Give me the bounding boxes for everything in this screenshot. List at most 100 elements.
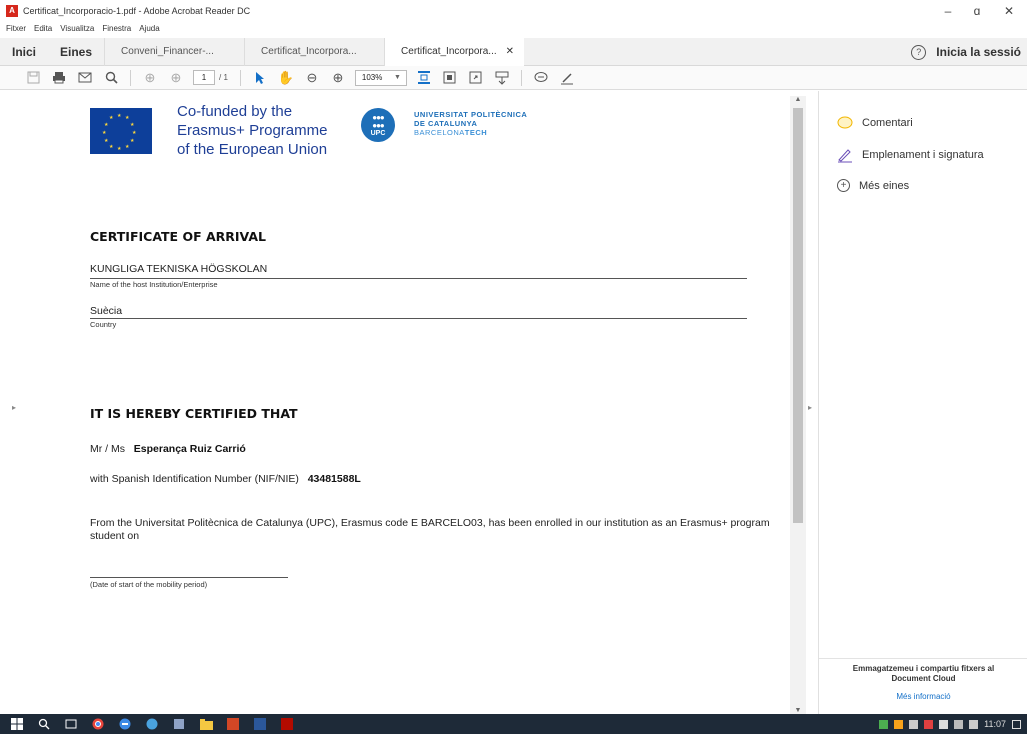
doc-tab-conveni[interactable]: Conveni_Financer-... — [104, 37, 244, 66]
acrobat-app-icon: A — [6, 5, 18, 17]
plus-circle-icon: + — [837, 179, 850, 192]
country-value: Suècia — [90, 305, 123, 317]
menu-edit[interactable]: Edita — [34, 24, 52, 33]
right-pane-collapse-icon[interactable]: ▸ — [808, 403, 812, 412]
folder-icon[interactable] — [196, 716, 216, 732]
upc-name-line: UNIVERSITAT POLITÈCNICA — [414, 110, 528, 119]
zoom-level-select[interactable]: 103% ▼ — [354, 69, 407, 86]
browser-icon[interactable] — [142, 716, 162, 732]
select-cursor-icon[interactable] — [247, 68, 273, 88]
enrollment-paragraph: From the Universitat Politècnica de Cata… — [90, 517, 770, 542]
doc-tab-label: Certificat_Incorpora... — [401, 45, 497, 57]
pdf-document-viewport[interactable] — [0, 91, 790, 711]
window-title: Certificat_Incorporacio-1.pdf - Adobe Ac… — [23, 6, 251, 16]
tool-more[interactable]: + Més eines — [837, 179, 909, 192]
id-line: with Spanish Identification Number (NIF/… — [90, 473, 361, 485]
doc-tab-certificat-active[interactable]: Certificat_Incorpora... ✕ — [384, 37, 525, 66]
email-icon[interactable] — [72, 68, 98, 88]
scrollbar-thumb[interactable] — [793, 108, 803, 523]
doc-tab-certificat-1[interactable]: Certificat_Incorpora... — [244, 37, 384, 66]
toolbar-divider — [520, 69, 522, 86]
fit-page-icon[interactable] — [411, 68, 437, 88]
signin-link[interactable]: Inicia la sessió — [936, 45, 1021, 59]
page-number-input[interactable]: 1 — [193, 70, 215, 85]
minimize-button[interactable]: – — [933, 2, 963, 20]
acrobat-taskbar-icon[interactable] — [277, 716, 297, 732]
hand-tool-icon[interactable]: ✋ — [273, 68, 299, 88]
close-window-button[interactable]: ✕ — [994, 2, 1024, 20]
close-tab-icon[interactable]: ✕ — [506, 38, 514, 66]
person-prefix: Mr / Ms — [90, 443, 125, 455]
erasmus-line: Erasmus+ Programme — [177, 122, 328, 139]
network-icon[interactable] — [954, 719, 964, 729]
upc-logo: ●●● ●●● UPC — [361, 108, 395, 142]
upc-tech: TECH — [464, 128, 488, 137]
vertical-scrollbar[interactable]: ▲ ▼ — [790, 96, 806, 714]
battery-icon[interactable] — [939, 719, 949, 729]
scroll-mode-icon[interactable] — [437, 68, 463, 88]
certificate-title: CERTIFICATE OF ARRIVAL — [90, 229, 266, 244]
tab-tools[interactable]: Eines — [48, 38, 104, 66]
doc-tab-label: Conveni_Financer-... — [121, 45, 214, 57]
comment-bubble-icon — [837, 115, 853, 131]
tools-pane: Comentari Emplenament i signatura + Més … — [818, 91, 1027, 714]
menu-window[interactable]: Finestra — [102, 24, 131, 33]
notifications-icon[interactable] — [1012, 719, 1021, 729]
doc-tab-label: Certificat_Incorpora... — [261, 45, 357, 57]
more-info-link[interactable]: Més informació — [819, 692, 1027, 701]
edge-icon[interactable] — [115, 716, 135, 732]
menu-help[interactable]: Ajuda — [139, 24, 159, 33]
powerpoint-icon[interactable] — [223, 716, 243, 732]
tool-comment[interactable]: Comentari — [837, 115, 913, 131]
scroll-up-icon[interactable]: ▲ — [790, 96, 806, 103]
person-line: Mr / Ms Esperança Ruiz Carrió — [90, 443, 246, 455]
tool-fill-sign[interactable]: Emplenament i signatura — [837, 147, 984, 163]
tray-app-icon[interactable] — [924, 719, 934, 729]
chrome-icon[interactable] — [88, 716, 108, 732]
read-mode-icon[interactable] — [489, 68, 515, 88]
word-icon[interactable] — [250, 716, 270, 732]
country-label: Country — [90, 320, 117, 329]
person-name: Esperança Ruiz Carrió — [133, 443, 246, 455]
tray-app-icon[interactable] — [879, 719, 889, 729]
system-tray: 11:07 — [879, 714, 1021, 734]
main-toolbar: ⊕ ⊕ 1 / 1 ✋ ⊖ ⊕ 103% ▼ — [0, 66, 1027, 90]
upc-dots-icon: ●●● ●●● — [372, 112, 384, 130]
save-icon[interactable] — [20, 68, 46, 88]
previous-page-icon[interactable]: ⊕ — [137, 68, 163, 88]
upc-barcelona: BARCELONA — [414, 128, 465, 137]
taskbar-clock[interactable]: 11:07 — [984, 719, 1006, 729]
search-icon[interactable] — [98, 68, 124, 88]
menu-view[interactable]: Visualitza — [60, 24, 94, 33]
search-icon[interactable] — [34, 716, 54, 732]
print-icon[interactable] — [46, 68, 72, 88]
start-windows-icon[interactable] — [7, 716, 27, 732]
upc-name-line: DE CATALUNYA — [414, 119, 478, 128]
scroll-down-icon[interactable]: ▼ — [790, 707, 806, 714]
comment-icon[interactable] — [528, 68, 554, 88]
zoom-out-icon[interactable]: ⊖ — [299, 68, 325, 88]
full-screen-icon[interactable] — [463, 68, 489, 88]
calculator-icon[interactable] — [169, 716, 189, 732]
help-icon[interactable]: ? — [911, 44, 927, 60]
date-label: (Date of start of the mobility period) — [90, 580, 208, 589]
erasmus-line: of the European Union — [177, 141, 328, 158]
menu-file[interactable]: Fitxer — [6, 24, 26, 33]
host-institution-label: Name of the host Institution/Enterprise — [90, 280, 218, 289]
tray-app-icon[interactable] — [894, 719, 904, 729]
next-page-icon[interactable]: ⊕ — [163, 68, 189, 88]
upc-name: UNIVERSITAT POLITÈCNICA DE CATALUNYA BAR… — [414, 110, 527, 137]
maximize-button[interactable]: ɑ — [962, 2, 992, 20]
window-titlebar: A Certificat_Incorporacio-1.pdf - Adobe … — [0, 0, 1027, 22]
zoom-in-icon[interactable]: ⊕ — [325, 68, 351, 88]
tool-more-label: Més eines — [859, 179, 910, 192]
upc-badge-text: UPC — [370, 129, 386, 137]
sign-pen-icon[interactable] — [554, 68, 580, 88]
tool-fill-sign-label: Emplenament i signatura — [862, 149, 984, 161]
left-pane-expand-icon[interactable]: ▸ — [12, 403, 16, 412]
host-institution-underline — [90, 278, 747, 279]
tray-app-icon[interactable] — [909, 719, 919, 729]
volume-icon[interactable] — [969, 719, 979, 729]
task-view-icon[interactable] — [61, 716, 81, 732]
tab-home[interactable]: Inici — [0, 38, 48, 66]
